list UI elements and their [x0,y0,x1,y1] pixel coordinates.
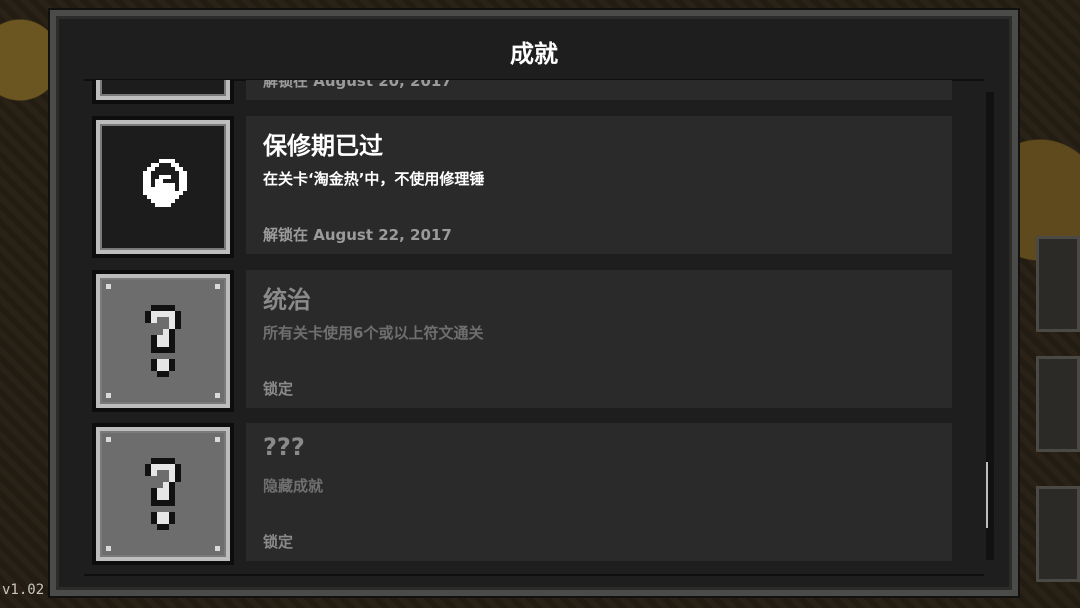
question-mark-icon [145,458,181,530]
scrollbar[interactable] [986,92,994,560]
rivet [215,437,220,442]
scrollbar-thumb[interactable] [986,462,994,528]
rivet [215,546,220,551]
achievement-icon-frame [92,270,234,412]
achievement-name: 保修期已过 [263,132,383,160]
side-menu-slot [1036,486,1080,582]
rivet [215,284,220,289]
rivet [106,284,111,289]
version-label: v1.02 [2,582,45,598]
achievement-description: 所有关卡使用6个或以上符文通关 [263,324,484,342]
achievement-status: 锁定 [263,533,294,551]
achievements-panel: 成就 解锁在 August 20, 2017 保修期已过 在关卡‘淘金热’中，不… [50,10,1018,596]
achievement-icon-frame [92,423,234,565]
side-menu-slot [1036,356,1080,452]
rivet [106,546,111,551]
achievement-icon [96,274,230,408]
rivet [215,393,220,398]
achievement-row[interactable]: 统治 所有关卡使用6个或以上符文通关 锁定 [86,270,956,412]
spiral-icon [143,159,187,207]
panel-title: 成就 [510,40,558,68]
achievement-status: 解锁在 August 22, 2017 [263,226,452,244]
rivet [106,393,111,398]
achievement-icon-frame [92,80,234,104]
achievement-name: 统治 [263,286,311,314]
achievement-status: 锁定 [263,380,294,398]
rivet [106,437,111,442]
achievement-text-card: 统治 所有关卡使用6个或以上符文通关 锁定 [246,270,952,408]
achievement-icon-frame [92,116,234,258]
achievement-row[interactable]: 保修期已过 在关卡‘淘金热’中，不使用修理锤 解锁在 August 22, 20… [86,116,956,258]
achievement-icon [96,120,230,254]
achievement-description: 在关卡‘淘金热’中，不使用修理锤 [263,170,485,188]
side-menu-slot [1036,236,1080,332]
achievement-row[interactable]: 解锁在 August 20, 2017 [86,80,956,104]
achievement-icon [96,80,230,100]
achievement-text-card: 保修期已过 在关卡‘淘金热’中，不使用修理锤 解锁在 August 22, 20… [246,116,952,254]
achievement-text-card: 解锁在 August 20, 2017 [246,80,952,100]
question-mark-icon [145,305,181,377]
achievement-list[interactable]: 解锁在 August 20, 2017 保修期已过 在关卡‘淘金热’中，不使用修… [86,80,966,570]
achievement-row[interactable]: ??? 隐藏成就 锁定 [86,423,956,565]
achievement-description: 隐藏成就 [263,477,324,495]
achievement-name: ??? [263,433,305,461]
achievement-icon [96,427,230,561]
achievement-text-card: ??? 隐藏成就 锁定 [246,423,952,561]
bottom-divider [84,574,984,576]
achievement-status: 解锁在 August 20, 2017 [263,80,452,90]
